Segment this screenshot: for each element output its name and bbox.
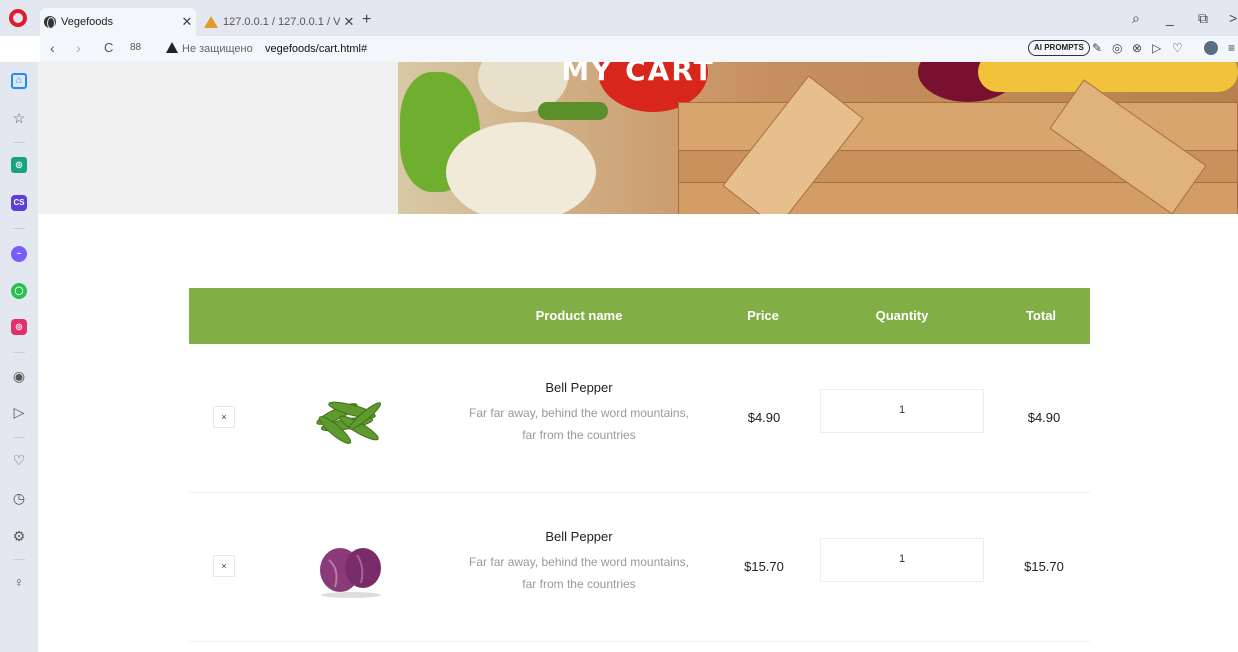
product-price: $15.70 (744, 559, 784, 574)
heart-icon[interactable]: ♡ (11, 452, 27, 468)
ai-prompts-button[interactable]: AI PROMPTS (1028, 40, 1090, 56)
tab-close-button[interactable]: ✕ (178, 14, 196, 30)
product-description-line: far from the countries (522, 577, 636, 591)
tab-phpmyadmin[interactable]: 127.0.0.1 / 127.0.0.1 / Vege ✕ (198, 8, 358, 36)
remove-item-button[interactable]: × (213, 555, 235, 577)
hero-banner: MY CART (38, 62, 1238, 214)
product-price: $4.90 (747, 410, 781, 425)
instagram-icon[interactable]: ◎ (11, 319, 27, 335)
send-icon[interactable]: ▷ (1152, 41, 1161, 55)
table-header: Product name Price Quantity Total (189, 288, 1090, 344)
settings-icon[interactable]: ⚙ (11, 528, 27, 544)
messenger-icon[interactable]: ~ (11, 246, 27, 262)
easy-setup-icon[interactable]: ≡ (1228, 41, 1235, 55)
minimize-button[interactable]: _ (1166, 10, 1174, 26)
product-total: $4.90 (1027, 410, 1061, 425)
product-name: Bell Pepper (545, 529, 613, 544)
forward-button[interactable]: › (76, 40, 81, 56)
product-description-line: Far far away, behind the word mountains, (469, 555, 689, 569)
opera-sidebar: ⌂ ☆ ◎ CS ~ ◯ ◎ ◉ ▷ ♡ ◷ ⚙ ♀ (0, 62, 38, 652)
red-cabbage-image (320, 548, 381, 598)
tab-vegefoods[interactable]: Vegefoods ✕ (40, 8, 196, 36)
remove-item-button[interactable]: × (213, 406, 235, 428)
page-content: MY CART Product name Price Quantity Tota… (38, 62, 1238, 652)
reload-button[interactable]: C (104, 40, 113, 55)
tab-close-button[interactable]: ✕ (340, 14, 358, 30)
home-icon[interactable]: ⌂ (11, 73, 27, 89)
product-description-line: far from the countries (522, 428, 636, 442)
product-description-line: Far far away, behind the word mountains, (469, 406, 689, 420)
page-title: MY CART (561, 62, 715, 87)
cart-table: Product name Price Quantity Total × Bell… (189, 288, 1090, 642)
globe-icon (44, 16, 56, 29)
security-label[interactable]: Не защищено (182, 43, 253, 55)
table-row: × Bell Pepper Far far away, behind the w… (189, 344, 1090, 493)
header-total: Total (1025, 308, 1057, 323)
new-tab-button[interactable]: + (362, 11, 371, 29)
whatsapp-icon[interactable]: ◯ (11, 283, 27, 299)
header-product-name: Product name (535, 308, 623, 323)
close-window-button[interactable]: > (1229, 10, 1237, 26)
phpmyadmin-icon (204, 16, 218, 28)
url-field[interactable]: vegefoods/cart.html# (265, 43, 367, 55)
address-bar: ‹ › C 88 Не защищено vegefoods/cart.html… (40, 36, 1238, 62)
profile-avatar[interactable] (1204, 41, 1218, 55)
table-row: × Bell Pepper Far far away, behind the w… (189, 493, 1090, 642)
chatgpt-icon[interactable]: ◎ (11, 157, 27, 173)
snapshot-icon[interactable]: ◎ (1112, 41, 1122, 55)
edit-icon[interactable]: ✎ (1092, 41, 1102, 55)
speed-dial-icon[interactable]: 88 (130, 42, 141, 53)
adblock-icon[interactable]: ⊗ (1132, 41, 1142, 55)
product-total: $15.70 (1024, 559, 1064, 574)
warning-icon[interactable] (166, 42, 178, 53)
green-beans-image (316, 401, 382, 444)
header-price: Price (747, 308, 779, 323)
tab-title: 127.0.0.1 / 127.0.0.1 / Vege (223, 16, 340, 28)
header-quantity: Quantity (875, 308, 929, 323)
restore-button[interactable]: ⧉ (1198, 10, 1208, 27)
heart-icon[interactable]: ♡ (1172, 41, 1183, 55)
search-tabs-icon[interactable]: ⌕ (1132, 10, 1140, 27)
quantity-input[interactable]: 1 (820, 389, 984, 433)
back-button[interactable]: ‹ (50, 40, 55, 56)
history-icon[interactable]: ◷ (11, 490, 27, 506)
tab-title: Vegefoods (61, 16, 113, 28)
player-icon[interactable]: ◉ (11, 368, 27, 384)
browser-tab-bar: Vegefoods ✕ 127.0.0.1 / 127.0.0.1 / Vege… (0, 0, 1238, 36)
star-icon[interactable]: ☆ (11, 110, 27, 126)
quantity-input[interactable]: 1 (820, 538, 984, 582)
send-icon[interactable]: ▷ (11, 404, 27, 420)
product-name: Bell Pepper (545, 380, 613, 395)
lightbulb-icon[interactable]: ♀ (11, 574, 27, 590)
cs-icon[interactable]: CS (11, 195, 27, 211)
opera-logo-icon[interactable] (9, 9, 27, 27)
